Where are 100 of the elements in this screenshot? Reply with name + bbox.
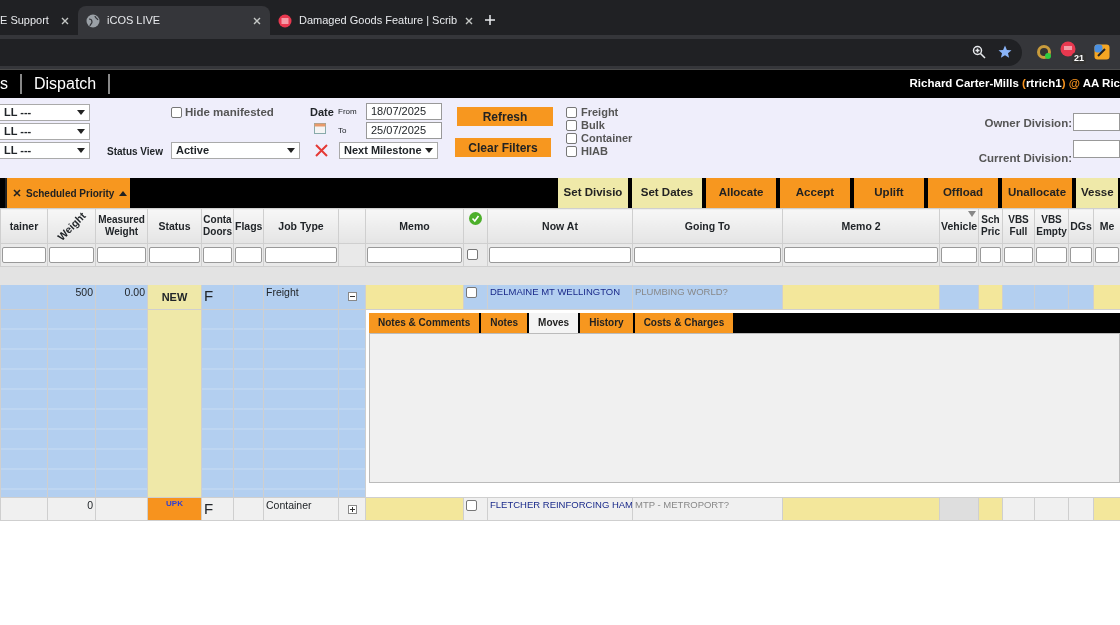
filter-field[interactable] (2, 246, 46, 263)
clear-filters-button[interactable]: Clear Filters (455, 138, 551, 157)
division-field[interactable] (1073, 140, 1120, 158)
close-icon[interactable] (60, 15, 70, 26)
detail-tab[interactable]: Costs & Charges (634, 312, 734, 333)
column-header[interactable]: Status (158, 220, 191, 232)
action-button[interactable]: Allocate (706, 178, 776, 208)
expand-icon[interactable] (347, 504, 357, 514)
checkbox[interactable] (171, 107, 182, 118)
column-header[interactable]: Memo (399, 220, 430, 232)
check-circle-icon (469, 212, 482, 225)
filter-field[interactable] (784, 246, 938, 263)
dropdown[interactable]: LL --- (0, 123, 90, 140)
checkbox-label: Container (581, 131, 633, 146)
filter-field[interactable] (1095, 246, 1119, 263)
filter-field[interactable] (265, 246, 337, 263)
browser-tab[interactable]: iCOS LIVE (78, 6, 270, 35)
detail-tab[interactable]: Notes & Comments (369, 312, 480, 333)
action-button[interactable]: Uplift (854, 178, 924, 208)
extension-icon[interactable]: 21 (1060, 40, 1086, 64)
globe-icon (86, 13, 100, 28)
filter-field[interactable] (203, 246, 232, 263)
extension-icon[interactable] (1036, 44, 1052, 60)
location-link[interactable]: DELMAINE MT WELLINGTON (487, 284, 633, 310)
dropdown[interactable]: Active (171, 142, 300, 159)
date-field[interactable]: 25/07/2025 (366, 122, 442, 139)
action-button[interactable]: Offload (928, 178, 998, 208)
date-field[interactable]: 18/07/2025 (366, 103, 442, 120)
action-button[interactable]: Unallocate (1002, 178, 1072, 208)
column-header[interactable]: Now At (542, 220, 578, 232)
close-icon[interactable] (464, 15, 475, 26)
detail-tab[interactable]: Moves (529, 312, 579, 333)
location-link[interactable]: FLETCHER REINFORCING HAM (487, 497, 633, 521)
caret-icon (77, 148, 85, 153)
filter-field[interactable] (1070, 246, 1092, 263)
filter-checkbox[interactable] (467, 249, 478, 260)
column-header[interactable]: Me (1099, 220, 1115, 232)
dropdown[interactable]: Next Milestone (339, 142, 438, 159)
table-cell (0, 284, 48, 310)
star-icon[interactable] (998, 45, 1012, 59)
column-header[interactable]: Memo 2 (841, 220, 881, 232)
brand-icon (1060, 41, 1076, 57)
browser-tab[interactable]: E Support (0, 6, 78, 35)
filter-field[interactable] (1036, 246, 1067, 263)
field-label: Owner Division: (984, 116, 1072, 131)
collapse-icon[interactable] (347, 292, 357, 302)
filter-field[interactable] (149, 246, 200, 263)
table-cell: PLUMBING WORLD? (632, 284, 783, 310)
filter-field[interactable] (634, 246, 781, 263)
field-label: Date (310, 105, 334, 120)
filter-field[interactable] (367, 246, 462, 263)
calendar-icon[interactable] (314, 123, 326, 134)
remove-icon (13, 189, 21, 197)
brand-icon (278, 13, 292, 28)
row-checkbox[interactable] (466, 499, 477, 511)
badge-count: 21 (1072, 53, 1086, 64)
filter-field[interactable] (1004, 246, 1033, 263)
checkbox-label: Bulk (581, 118, 605, 133)
tab-title: iCOS LIVE (107, 13, 162, 29)
dropdown[interactable]: LL --- (0, 142, 90, 159)
filter-field[interactable] (49, 246, 94, 263)
column-header[interactable]: Going To (684, 220, 731, 232)
browser-tab[interactable]: Damaged Goods Feature | Scrib (270, 6, 476, 35)
detail-tab[interactable]: History (580, 312, 633, 333)
filter-field[interactable] (980, 246, 1001, 263)
checkbox[interactable] (566, 107, 577, 118)
user-label: Richard Carter-Mills (rtrich1) @ AA Ric (909, 76, 1120, 92)
sort-chip[interactable]: Scheduled Priority (5, 178, 130, 208)
new-tab-icon[interactable] (484, 14, 496, 26)
action-button[interactable]: Set Divisio (558, 178, 628, 208)
sort-up-icon (119, 190, 128, 196)
division-field[interactable] (1073, 113, 1120, 131)
detail-tab[interactable]: Notes (481, 312, 528, 333)
clear-icon[interactable] (315, 144, 328, 157)
checkbox[interactable] (566, 120, 577, 131)
nav-item[interactable]: Dispatch (22, 74, 111, 94)
row-checkbox[interactable] (466, 286, 477, 298)
checkbox[interactable] (566, 133, 577, 144)
close-icon[interactable] (252, 15, 262, 26)
field-label: To (338, 125, 347, 137)
color-picker-icon[interactable] (1094, 44, 1110, 60)
action-button[interactable]: Set Dates (632, 178, 702, 208)
filter-field[interactable] (489, 246, 631, 263)
filter-field[interactable] (941, 246, 977, 263)
action-button[interactable]: Vesse (1076, 178, 1118, 208)
filter-field[interactable] (97, 246, 146, 263)
action-button[interactable]: Accept (780, 178, 850, 208)
sort-indicator-icon (968, 211, 976, 217)
tab-title: E Support (0, 13, 50, 29)
tab-title: Damaged Goods Feature | Scrib (299, 13, 458, 29)
checkbox-label: Hide manifested (185, 105, 274, 120)
caret-icon (77, 129, 85, 134)
checkbox[interactable] (566, 146, 577, 157)
refresh-button[interactable]: Refresh (457, 107, 553, 126)
checkbox-label: Freight (581, 105, 619, 120)
filter-field[interactable] (235, 246, 262, 263)
field-label: From (338, 106, 357, 118)
zoom-icon[interactable] (972, 45, 986, 59)
dropdown[interactable]: LL --- (0, 104, 90, 121)
nav-item[interactable]: s (0, 74, 22, 94)
